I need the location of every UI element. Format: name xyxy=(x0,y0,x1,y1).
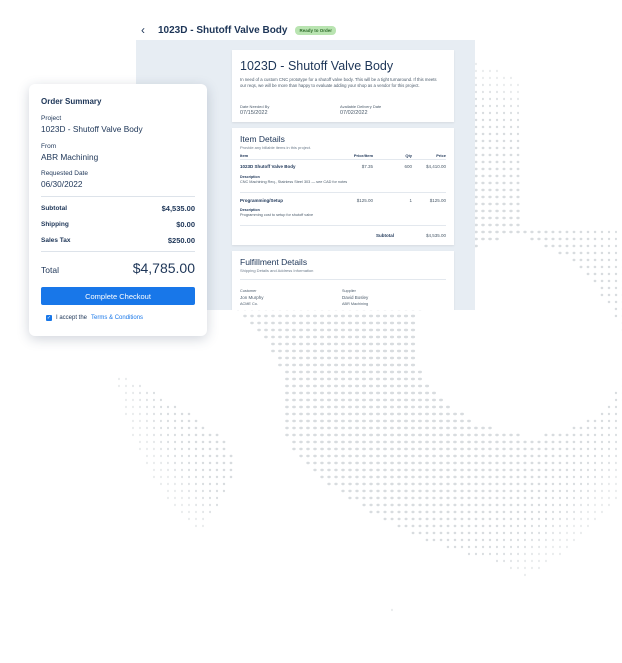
customer-label: Customer xyxy=(240,289,257,293)
chevron-left-icon[interactable]: ‹ xyxy=(136,23,150,37)
delivery-date-value: 07/02/2022 xyxy=(340,110,368,116)
date-needed-label: Date Needed By xyxy=(240,104,270,109)
delivery-date-label: Available Delivery Date xyxy=(340,104,382,109)
divider xyxy=(240,225,446,226)
item-qty: 600 xyxy=(404,164,412,169)
complete-checkout-button[interactable]: Complete Checkout xyxy=(41,287,195,305)
supplier-company: ABR Machining xyxy=(342,302,369,306)
requested-date-value: 06/30/2022 xyxy=(41,179,83,189)
project-label: Project xyxy=(41,115,62,122)
shipping-label: Shipping xyxy=(41,221,69,228)
fulfillment-title: Fulfillment Details xyxy=(240,257,308,267)
subtotal-label: Subtotal xyxy=(41,205,67,212)
divider xyxy=(41,251,195,252)
divider xyxy=(240,159,446,160)
fulfillment-details-card: Fulfillment Details Shipping Details and… xyxy=(232,251,454,310)
quote-header: ‹ 1023D - Shutoff Valve Body Ready to Or… xyxy=(136,20,336,40)
item-description: CNC Machining Req., Stainless Steel 303 … xyxy=(240,180,348,184)
column-header-item: Item xyxy=(240,153,249,158)
sales-tax-value: $250.00 xyxy=(167,236,195,245)
date-needed-value: 07/15/2022 xyxy=(240,110,268,116)
item-details-subtitle: Provide any billable items in this proje… xyxy=(240,145,312,150)
shipping-value: $0.00 xyxy=(176,220,195,229)
status-badge: Ready to Order xyxy=(295,25,336,35)
terms-checkbox[interactable]: ✓ xyxy=(46,314,52,321)
terms-conditions-link[interactable]: Terms & Conditions xyxy=(91,315,143,321)
item-name: 1023D Shutoff Valve Body xyxy=(240,164,296,169)
item-price-each: $125.00 xyxy=(356,198,373,203)
supplier-label: Supplier xyxy=(342,289,356,293)
column-header-qty: Qty xyxy=(405,153,412,158)
item-price-each: $7.35 xyxy=(361,164,373,169)
divider xyxy=(41,196,195,197)
item-price: $4,410.00 xyxy=(425,164,446,169)
subtotal-value: $4,535.00 xyxy=(161,204,195,213)
divider xyxy=(240,279,446,280)
column-header-price: Price xyxy=(436,153,446,158)
supplier-name: David Bosley xyxy=(342,295,369,300)
total-label: Total xyxy=(41,265,59,275)
item-price: $125.00 xyxy=(429,198,446,203)
sales-tax-label: Sales Tax xyxy=(41,237,71,244)
item-details-card: Item Details Provide any billable items … xyxy=(232,128,454,245)
requested-date-label: Requested Date xyxy=(41,170,88,177)
project-value: 1023D - Shutoff Valve Body xyxy=(41,124,143,134)
customer-company: ACME Co. xyxy=(240,302,258,306)
terms-prefix: I accept the xyxy=(56,314,88,321)
from-value: ABR Machining xyxy=(41,152,99,162)
order-summary-card: Order Summary Project 1023D - Shutoff Va… xyxy=(29,84,207,336)
item-description-label: Description xyxy=(240,208,260,212)
quote-overview-card: 1023D - Shutoff Valve Body In need of a … xyxy=(232,50,454,122)
item-qty: 1 xyxy=(409,198,412,203)
quote-header-title: 1023D - Shutoff Valve Body xyxy=(158,24,288,36)
total-value: $4,785.00 xyxy=(132,260,195,276)
order-summary-title: Order Summary xyxy=(41,97,102,106)
divider xyxy=(240,192,446,193)
fulfillment-subtitle: Shipping Details and Address Information xyxy=(240,268,314,273)
item-description: Programming cost to setup for shutoff va… xyxy=(240,213,314,217)
items-subtotal-label: Subtotal xyxy=(376,233,394,238)
checkmark-icon: ✓ xyxy=(46,314,52,321)
item-name: Programming/Setup xyxy=(240,198,284,203)
item-details-title: Item Details xyxy=(240,134,285,144)
column-header-price-item: Price/Item xyxy=(353,153,373,158)
from-label: From xyxy=(41,143,57,150)
customer-name: Jon Murphy xyxy=(240,295,264,300)
quote-title: 1023D - Shutoff Valve Body xyxy=(240,59,394,73)
items-subtotal-value: $4,535.00 xyxy=(425,233,446,238)
item-description-label: Description xyxy=(240,175,260,179)
terms-acceptance: ✓ I accept the Terms & Conditions xyxy=(46,313,143,322)
quote-description: In need of a custom CNC prototype for a … xyxy=(240,77,437,88)
